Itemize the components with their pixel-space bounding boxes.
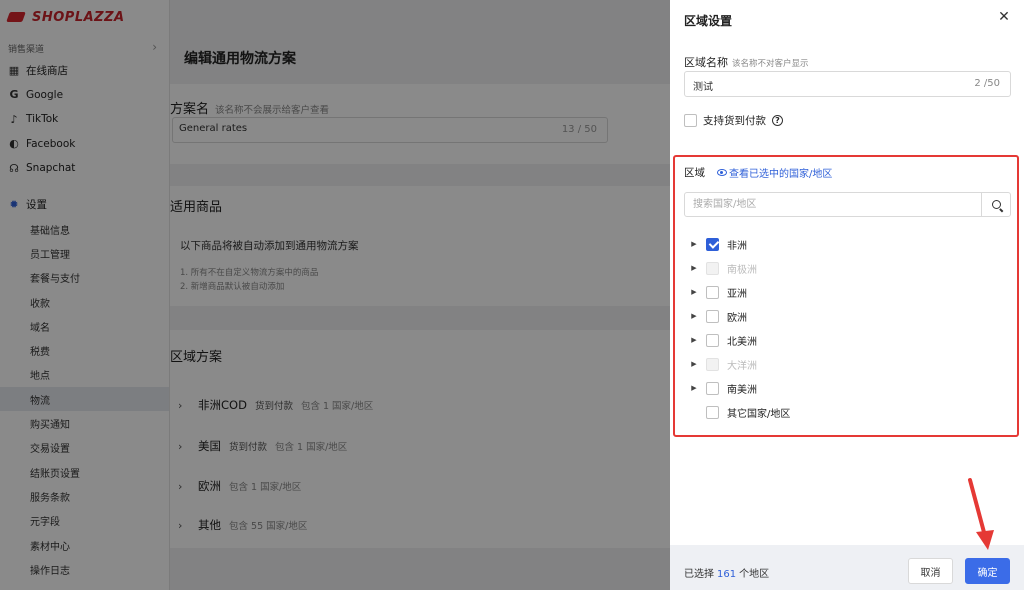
selected-prefix: 已选择 <box>684 569 714 580</box>
help-icon[interactable]: ? <box>772 115 783 126</box>
caret-right-icon: ▶ <box>691 264 697 272</box>
region-search-input[interactable] <box>684 192 982 217</box>
caret-right-icon[interactable]: ▶ <box>690 336 698 344</box>
continent-row-oceania: ▶ 大洋洲 <box>690 356 757 372</box>
selected-suffix: 个地区 <box>739 569 770 580</box>
continent-row-asia[interactable]: ▶ 亚洲 <box>690 284 747 300</box>
drawer-title: 区域设置 <box>684 14 733 28</box>
continent-checkbox[interactable] <box>706 333 719 347</box>
region-name-value: 测试 <box>693 82 713 93</box>
cod-label: 支持货到付款 <box>703 115 766 127</box>
continent-row-europe[interactable]: ▶ 欧洲 <box>690 308 747 324</box>
cod-checkbox[interactable] <box>684 114 697 127</box>
continent-row-north-america[interactable]: ▶ 北美洲 <box>690 332 757 348</box>
continent-checkbox[interactable] <box>706 285 719 299</box>
caret-right-icon[interactable]: ▶ <box>690 384 698 392</box>
selected-count-text: 已选择 161 个地区 <box>684 565 769 580</box>
continent-label: 南美洲 <box>727 384 757 396</box>
continent-label: 欧洲 <box>727 312 747 324</box>
search-button[interactable] <box>981 192 1011 217</box>
area-label: 区域 <box>684 167 705 179</box>
region-settings-drawer: 区域设置 ✕ 区域名称 该名称不对客户显示 测试 2 /50 支持货到付款 ? 区… <box>670 0 1024 590</box>
region-name-count: 2 /50 <box>974 78 1000 89</box>
region-name-input[interactable]: 测试 2 /50 <box>684 71 1011 97</box>
cod-checkbox-row[interactable]: 支持货到付款 ? <box>684 113 783 128</box>
continent-checkbox[interactable] <box>706 405 719 419</box>
caret-right-icon[interactable]: ▶ <box>690 312 698 320</box>
eye-icon <box>717 169 727 176</box>
modal-backdrop[interactable] <box>0 0 670 590</box>
view-selected-link[interactable]: 查看已选中的国家/地区 <box>717 165 832 180</box>
continent-label: 南极洲 <box>727 264 757 276</box>
region-name-hint: 该名称不对客户显示 <box>732 59 809 69</box>
region-name-heading: 区域名称 该名称不对客户显示 <box>684 54 809 70</box>
selected-count: 161 <box>717 569 737 580</box>
confirm-button[interactable]: 确定 <box>965 558 1010 584</box>
continent-label: 其它国家/地区 <box>727 408 791 420</box>
caret-right-icon[interactable]: ▶ <box>690 240 698 248</box>
continent-label: 亚洲 <box>727 288 747 300</box>
drawer-footer: 已选择 161 个地区 取消 确定 <box>670 545 1024 590</box>
continent-row-others[interactable]: ▶ 其它国家/地区 <box>690 404 790 420</box>
caret-right-icon[interactable]: ▶ <box>690 288 698 296</box>
region-name-label: 区域名称 <box>684 56 728 69</box>
continent-checkbox[interactable] <box>706 309 719 323</box>
continent-row-south-america[interactable]: ▶ 南美洲 <box>690 380 757 396</box>
continent-label: 非洲 <box>727 240 747 252</box>
continent-checkbox <box>706 261 719 275</box>
view-selected-label: 查看已选中的国家/地区 <box>729 169 833 180</box>
continent-checkbox <box>706 357 719 371</box>
continent-checkbox[interactable] <box>706 381 719 395</box>
continent-label: 北美洲 <box>727 336 757 348</box>
continent-checkbox[interactable] <box>706 237 719 251</box>
continent-label: 大洋洲 <box>727 360 757 372</box>
continent-row-antarctica: ▶ 南极洲 <box>690 260 757 276</box>
caret-right-icon: ▶ <box>691 360 697 368</box>
close-icon[interactable]: ✕ <box>996 9 1012 25</box>
continent-row-africa[interactable]: ▶ 非洲 <box>690 236 747 252</box>
search-icon <box>991 200 1001 209</box>
cancel-button[interactable]: 取消 <box>908 558 953 584</box>
